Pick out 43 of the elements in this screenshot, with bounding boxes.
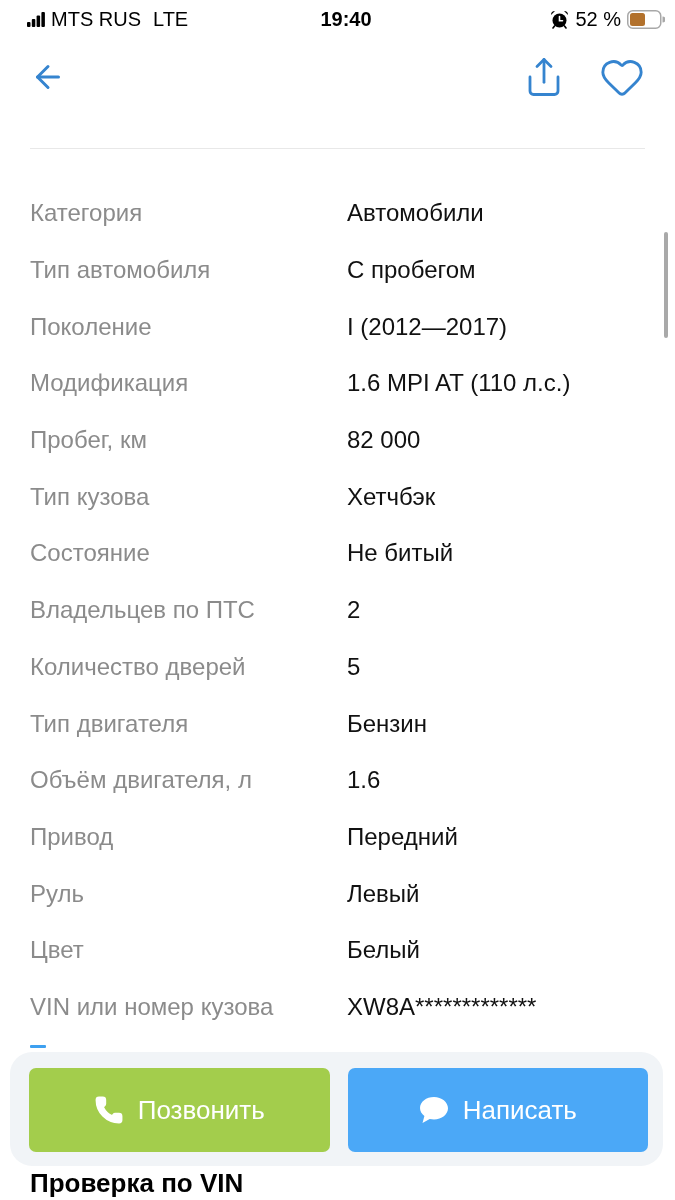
spec-label: Состояние: [30, 539, 150, 568]
battery-percent: 52 %: [575, 7, 621, 31]
spec-label: Пробег, км: [30, 426, 147, 455]
spec-value: 1.6: [347, 766, 381, 795]
spec-label: Тип кузова: [30, 482, 150, 511]
network-type: LTE: [153, 7, 189, 31]
spec-value: I (2012—2017): [347, 312, 508, 341]
spec-value: Передний: [347, 822, 458, 851]
spec-value: 82 000: [347, 426, 421, 455]
carrier-name: MTS RUS: [51, 7, 141, 31]
spec-value: Бензин: [347, 709, 427, 738]
alarm-clock-icon: [550, 9, 570, 29]
spec-value: 1.6 MPI AT (110 л.с.): [347, 369, 571, 398]
chat-bubble-icon: [418, 1096, 449, 1124]
call-button[interactable]: Позвонить: [29, 1068, 330, 1152]
spec-label: Тип двигателя: [30, 709, 189, 738]
spec-label: Категория: [30, 199, 143, 228]
phone-icon: [93, 1095, 124, 1125]
accent-dash: [30, 1045, 46, 1049]
spec-label: VIN или номер кузова: [30, 992, 274, 1021]
spec-label: Модификация: [30, 369, 189, 398]
clock-time: 19:40: [320, 7, 372, 31]
spec-value: Автомобили: [347, 199, 484, 228]
spec-label: Владельцев по ПТС: [30, 596, 255, 625]
spec-value: Левый: [347, 879, 420, 908]
spec-value: Не битый: [347, 539, 454, 568]
spec-value: 2: [347, 596, 361, 625]
spec-value: XW8A*************: [347, 992, 537, 1021]
spec-label: Тип автомобиля: [30, 256, 211, 285]
signal-icon: [27, 11, 45, 27]
spec-value: Белый: [347, 936, 420, 965]
spec-value: С пробегом: [347, 256, 476, 285]
message-button[interactable]: Написать: [347, 1068, 648, 1152]
battery-icon: [627, 9, 665, 29]
spec-label: Поколение: [30, 312, 152, 341]
spec-label: Количество дверей: [30, 652, 246, 681]
spec-label: Цвет: [30, 936, 84, 965]
spec-value: Хетчбэк: [347, 482, 436, 511]
section-heading: Проверка по VIN: [30, 1168, 244, 1198]
spec-value: 5: [347, 652, 361, 681]
spec-label: Объём двигателя, л: [30, 766, 252, 795]
spec-label: Привод: [30, 822, 114, 851]
spec-label: Руль: [30, 879, 84, 908]
